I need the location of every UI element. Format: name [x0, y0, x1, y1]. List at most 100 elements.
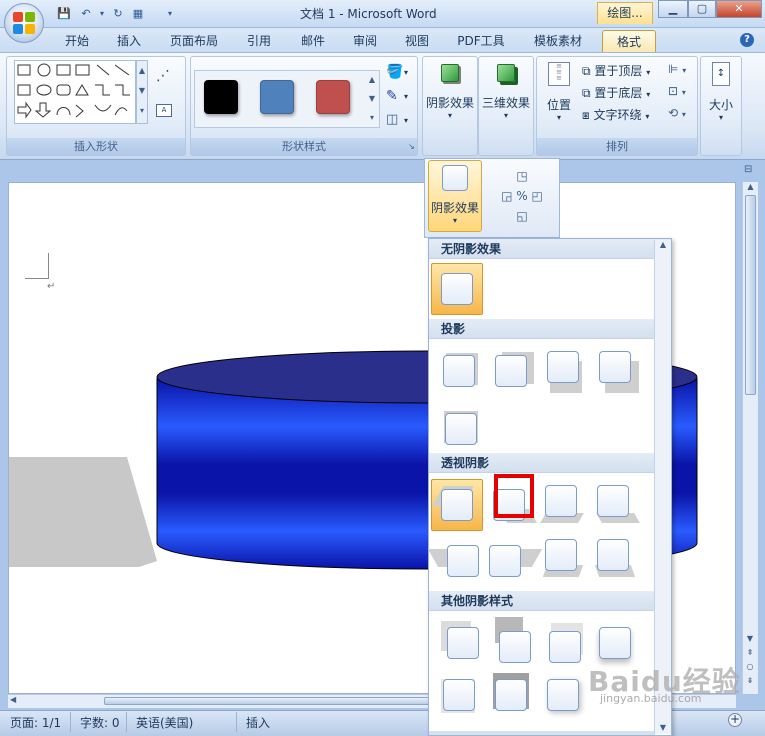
customize-toolbar-icon[interactable]: ▾ [162, 6, 178, 22]
shadow-option-drop-5[interactable] [433, 399, 485, 451]
shape-fill-icon[interactable]: 🪣 [386, 64, 403, 80]
shadow-option-drop-4[interactable] [589, 345, 641, 397]
shadow-option-drop-2[interactable] [485, 345, 537, 397]
style-swatch-black[interactable] [204, 80, 238, 114]
status-insert-mode[interactable]: 插入 [246, 714, 270, 731]
shadow-tile-icon [495, 679, 527, 711]
shadow-option-other-7[interactable] [537, 669, 589, 721]
shadow-tile-icon [447, 627, 479, 659]
shadow-option-perspective-below[interactable] [535, 479, 587, 531]
tab-home[interactable]: 开始 [56, 30, 98, 52]
shapes-gallery-icons [17, 63, 130, 119]
shadow-option-perspective-below-right[interactable] [587, 479, 640, 531]
shadow-option-none[interactable] [431, 263, 483, 315]
layout-icon[interactable]: ▦ [130, 6, 146, 22]
shadow-tile-icon [599, 351, 631, 383]
change-shape-icon[interactable]: ◫ [386, 112, 398, 127]
tab-page-layout[interactable]: 页面布局 [162, 30, 226, 52]
change-shape-dropdown-icon[interactable]: ▾ [404, 116, 408, 125]
shadow-option-other-1[interactable] [433, 617, 485, 669]
shadow-option-perspective-above-right[interactable] [587, 535, 639, 587]
text-box-icon[interactable]: A [156, 104, 172, 117]
style-swatch-red[interactable] [316, 80, 350, 114]
nudge-shadow-up-icon[interactable]: ◳ [488, 166, 556, 186]
tab-mailings[interactable]: 邮件 [292, 30, 334, 52]
vertical-scrollbar[interactable]: ▲ [742, 182, 758, 694]
size-button[interactable]: ↕ 大小 ▾ [702, 60, 740, 128]
gallery-footer [429, 731, 655, 735]
redo-icon[interactable]: ↻ [110, 6, 126, 22]
shadow-option-perspective-diagonal-lower-left[interactable] [427, 535, 483, 587]
save-icon[interactable]: 💾 [56, 6, 72, 22]
shadow-tile-icon [495, 355, 527, 387]
position-button[interactable]: ≡ ≡ ≡ 位置 ▾ [540, 60, 578, 128]
drawing-tools-context-title: 绘图... [597, 2, 653, 24]
group-label-insert-shapes: 插入形状 [7, 138, 185, 155]
nudge-shadow-down-icon[interactable]: ◱ [488, 206, 556, 226]
ruler-toggle-icon[interactable]: ⊟ [744, 164, 758, 180]
shadow-nudge-controls[interactable]: ◳ ◲ % ◰ ◱ [488, 166, 556, 234]
shadow-effect-ribbon-button[interactable]: 阴影效果 ▾ [426, 60, 474, 128]
shadow-option-other-3[interactable] [537, 617, 589, 669]
status-word-count[interactable]: 字数: 0 [80, 714, 120, 731]
tab-view[interactable]: 视图 [396, 30, 438, 52]
tab-review[interactable]: 审阅 [344, 30, 386, 52]
shadow-option-other-2[interactable] [485, 617, 537, 669]
shadow-tile-icon [445, 413, 477, 445]
rotate-icon[interactable]: ⟲ ▾ [668, 106, 686, 120]
tab-templates[interactable]: 模板素材 [526, 30, 590, 52]
tab-insert[interactable]: 插入 [108, 30, 150, 52]
group-label-shape-styles: 形状样式 [191, 138, 417, 155]
minimize-icon[interactable]: ▁ [658, 0, 688, 18]
nudge-shadow-right-icon[interactable]: ◰ [532, 189, 543, 203]
tab-references[interactable]: 引用 [238, 30, 280, 52]
browse-object-controls[interactable]: ▼ ⇞ ○ ⇟ [743, 632, 757, 688]
shadow-option-perspective-above[interactable] [535, 535, 587, 587]
shape-gallery[interactable] [14, 60, 136, 124]
edit-shape-icon[interactable]: ⋰ [156, 68, 170, 84]
text-wrap-button[interactable]: ⧆ 文字环绕 ▾ [582, 106, 649, 123]
style-swatch-blue[interactable] [260, 80, 294, 114]
restore-icon[interactable]: ▢ [688, 0, 716, 18]
shape-outline-dropdown-icon[interactable]: ▾ [404, 92, 408, 101]
shadow-option-perspective-diagonal-upper-left[interactable] [431, 479, 483, 531]
help-icon[interactable]: ? [740, 33, 754, 47]
shape-gallery-scroll[interactable]: ▲ ▼ ▾ [136, 60, 148, 124]
status-divider [236, 712, 237, 732]
group-objects-icon[interactable]: ⊡ ▾ [668, 84, 686, 98]
shadow-tile-icon [597, 539, 629, 571]
send-to-back-button[interactable]: ⧉ 置于底层 ▾ [582, 84, 650, 101]
shape-fill-dropdown-icon[interactable]: ▾ [404, 68, 408, 77]
dialog-launcher-icon[interactable]: ↘ [408, 142, 415, 151]
shape-outline-icon[interactable]: ✎ [386, 88, 398, 104]
status-page[interactable]: 页面: 1/1 [10, 714, 61, 731]
shadow-option-perspective-diagonal-lower-right[interactable] [483, 535, 543, 587]
section-no-shadow: 无阴影效果 [429, 239, 671, 259]
shadow-effect-button[interactable]: 阴影效果 ▾ [428, 160, 482, 232]
status-language[interactable]: 英语(美国) [136, 714, 193, 731]
undo-icon[interactable]: ↶ [78, 6, 94, 22]
horizontal-scroll-thumb[interactable] [104, 697, 434, 705]
shadow-on-off-icon[interactable]: % [516, 189, 527, 203]
3d-effect-button[interactable]: 三维效果 ▾ [480, 60, 532, 128]
shadow-option-drop-3[interactable] [537, 345, 589, 397]
send-to-back-label: 置于底层 [594, 86, 643, 100]
section-drop-shadow: 投影 [429, 319, 671, 339]
shadow-option-other-6[interactable] [485, 669, 537, 721]
align-icon[interactable]: ⊫ ▾ [668, 62, 686, 76]
tab-pdf-tools[interactable]: PDF工具 [450, 30, 512, 52]
style-gallery-scroll[interactable]: ▲ ▼ ▾ [366, 70, 378, 128]
close-icon[interactable]: ✕ [716, 0, 762, 18]
shadow-option-drop-1[interactable] [433, 345, 485, 397]
vertical-scroll-thumb[interactable] [745, 195, 756, 395]
office-button[interactable] [4, 3, 44, 43]
shadow-option-other-5[interactable] [433, 669, 485, 721]
size-icon: ↕ [712, 62, 730, 86]
undo-dropdown-icon[interactable]: ▾ [94, 6, 110, 22]
shadow-tile-icon [443, 679, 475, 711]
tab-format[interactable]: 格式 [602, 30, 656, 52]
zoom-in-icon[interactable]: + [728, 713, 742, 727]
bring-to-front-button[interactable]: ⧉ 置于顶层 ▾ [582, 62, 650, 79]
nudge-shadow-left-icon[interactable]: ◲ [501, 189, 512, 203]
shadow-effect-button-dropdown-icon: ▾ [452, 216, 457, 225]
